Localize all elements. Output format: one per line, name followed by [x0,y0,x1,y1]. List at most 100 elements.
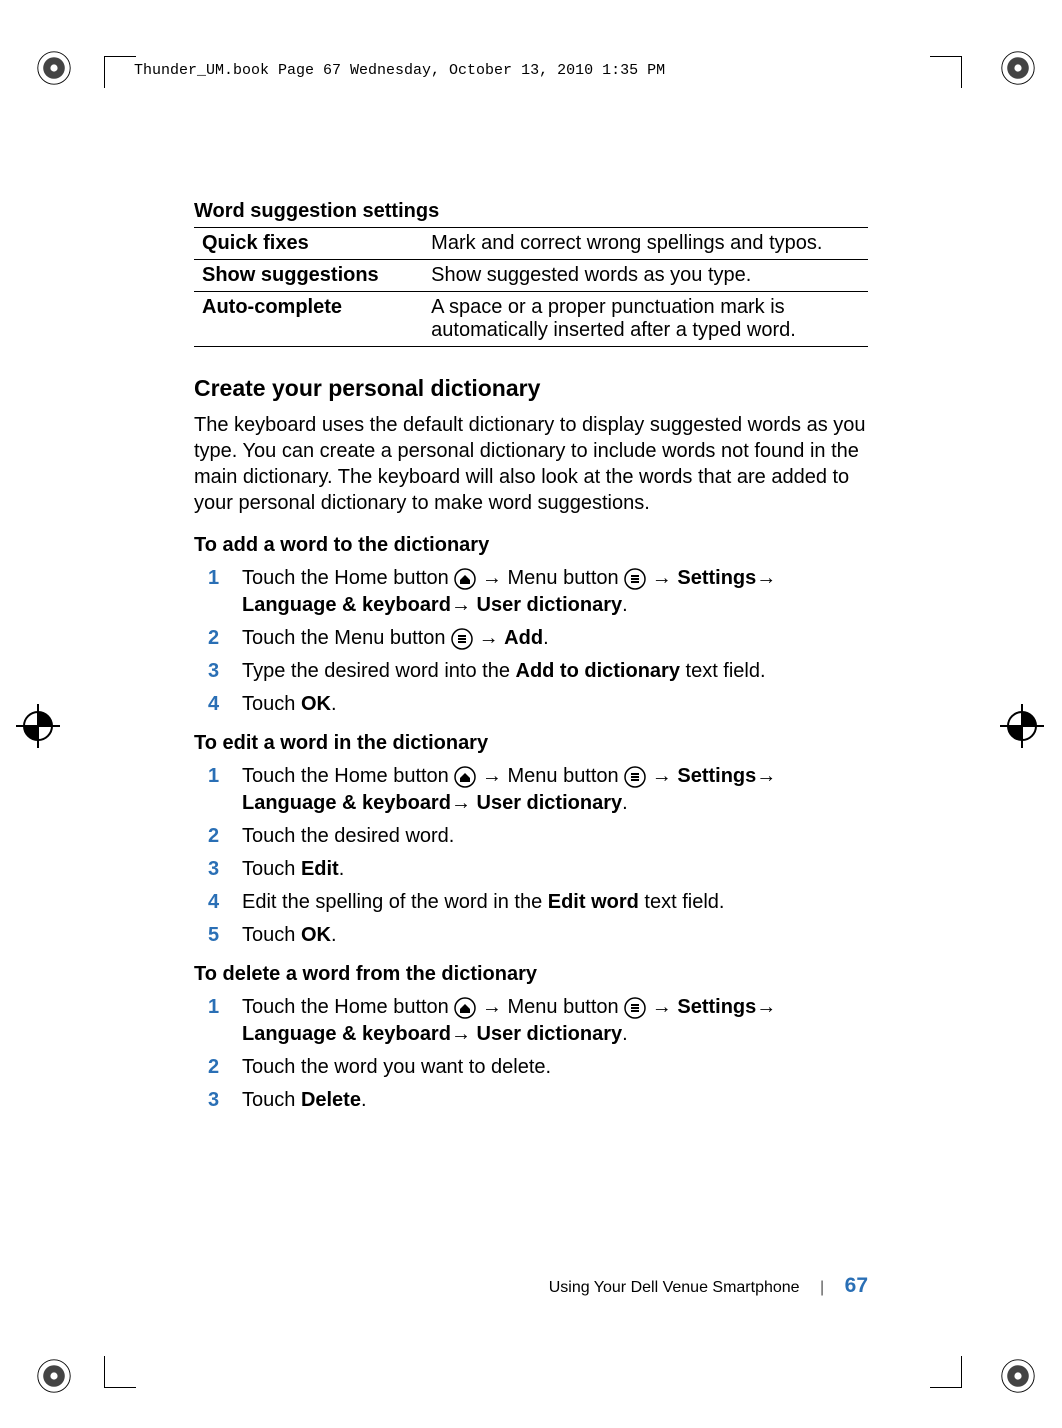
step-text: → [756,765,776,787]
home-icon [454,568,476,590]
step-text: → Menu button [482,567,624,589]
step-text-bold: User dictionary [477,1023,623,1045]
step-text: Touch the desired word. [242,823,868,850]
table-row: Auto-completeA space or a proper punctua… [194,292,868,347]
step-text-bold: Edit word [548,891,639,913]
list-step: 3 Touch Edit. [194,856,868,883]
footer-section-title: Using Your Dell Venue Smartphone [549,1279,800,1296]
step-text-bold: User dictionary [477,792,623,814]
step-text: . [331,924,337,946]
step-list: 1 Touch the Home button → Menu button → … [194,763,868,949]
step-text-bold: Add to dictionary [516,660,680,682]
step-text-bold: Settings [677,567,756,589]
list-step: 2 Touch the Menu button → Add. [194,625,868,652]
step-text-bold: Language & keyboard [242,792,451,814]
step-text: . [622,792,628,814]
reg-mark-icon [1000,1358,1036,1394]
step-text-bold: OK [301,693,331,715]
crop-mark-icon [961,1356,962,1388]
step-text-bold: OK [301,924,331,946]
step-text: Touch the Menu button [242,627,451,649]
step-text: . [622,1023,628,1045]
setting-desc: Show suggested words as you type. [423,260,868,292]
step-text: . [543,627,549,649]
step-text: → [451,594,477,616]
table-row: Show suggestionsShow suggested words as … [194,260,868,292]
step-text: Type the desired word into the [242,660,516,682]
page-number: 67 [845,1274,868,1297]
step-text: text field. [639,891,725,913]
step-number: 1 [194,565,242,619]
step-text: → [652,996,678,1018]
step-number: 2 [194,823,242,850]
step-text: Touch the Home button [242,567,454,589]
step-number: 2 [194,1054,242,1081]
step-number: 3 [194,1087,242,1114]
step-number: 1 [194,994,242,1048]
step-number: 2 [194,625,242,652]
list-step: 2Touch the desired word. [194,823,868,850]
step-number: 3 [194,856,242,883]
step-text-bold: Settings [677,996,756,1018]
step-text-bold: Language & keyboard [242,594,451,616]
step-text: Touch [242,858,301,880]
step-text: . [331,693,337,715]
page-content: Word suggestion settings Quick fixesMark… [194,200,868,1128]
crop-mark-icon [930,56,962,57]
setting-desc: A space or a proper punctuation mark is … [423,292,868,347]
step-text: → [451,792,477,814]
footer-separator: | [820,1279,824,1296]
menu-icon [624,766,646,788]
step-list: 1 Touch the Home button → Menu button → … [194,565,868,718]
step-text-bold: Add [504,627,543,649]
step-text: → Menu button [482,996,624,1018]
list-step: 4 Touch OK. [194,691,868,718]
step-text: Touch the Home button [242,996,454,1018]
page-header-meta: Thunder_UM.book Page 67 Wednesday, Octob… [134,62,665,79]
step-number: 5 [194,922,242,949]
paragraph: The keyboard uses the default dictionary… [194,412,868,516]
step-text-bold: Delete [301,1089,361,1111]
home-icon [454,766,476,788]
reg-target-icon [1000,704,1044,748]
step-text: Touch [242,924,301,946]
step-text: . [339,858,345,880]
page-footer: Using Your Dell Venue Smartphone | 67 [549,1274,868,1298]
step-number: 4 [194,889,242,916]
step-text-bold: Settings [677,765,756,787]
step-text: Touch [242,693,301,715]
crop-mark-icon [104,1356,105,1388]
table-row: Quick fixesMark and correct wrong spelli… [194,228,868,260]
list-step: 1 Touch the Home button → Menu button → … [194,994,868,1048]
step-number: 1 [194,763,242,817]
reg-target-icon [16,704,60,748]
setting-desc: Mark and correct wrong spellings and typ… [423,228,868,260]
menu-icon [624,997,646,1019]
reg-mark-icon [36,50,72,86]
step-text: Touch the Home button [242,765,454,787]
menu-icon [451,628,473,650]
step-number: 3 [194,658,242,685]
list-step: 3 Type the desired word into the Add to … [194,658,868,685]
crop-mark-icon [104,1387,136,1388]
step-list: 1 Touch the Home button → Menu button → … [194,994,868,1114]
section-heading: Create your personal dictionary [194,375,868,402]
reg-mark-icon [36,1358,72,1394]
crop-mark-icon [961,56,962,88]
list-step: 3 Touch Delete. [194,1087,868,1114]
step-text-bold: User dictionary [477,594,623,616]
list-step: 2Touch the word you want to delete. [194,1054,868,1081]
step-text: . [622,594,628,616]
table-title: Word suggestion settings [194,200,868,223]
step-text: → [756,567,776,589]
reg-mark-icon [1000,50,1036,86]
settings-table: Quick fixesMark and correct wrong spelli… [194,227,868,347]
crop-mark-icon [104,56,105,88]
list-step: 5 Touch OK. [194,922,868,949]
list-step: 1 Touch the Home button → Menu button → … [194,763,868,817]
step-text: → [479,627,505,649]
step-text-bold: Edit [301,858,339,880]
crop-mark-icon [930,1387,962,1388]
step-number: 4 [194,691,242,718]
setting-label: Quick fixes [194,228,423,260]
